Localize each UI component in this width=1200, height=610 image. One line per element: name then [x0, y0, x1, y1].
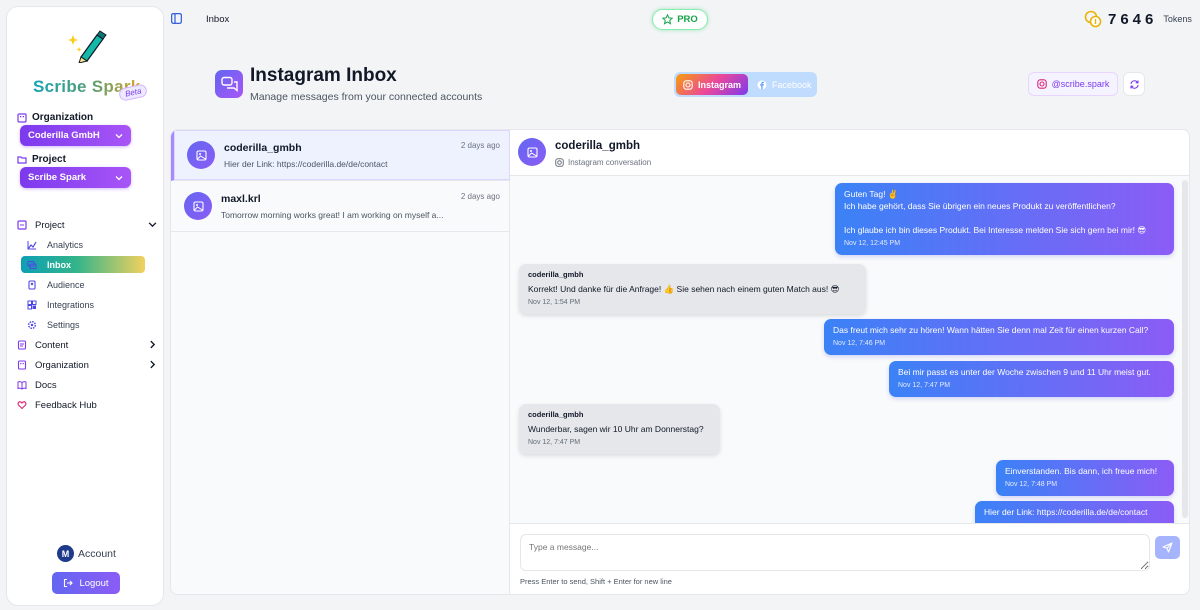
project-label: Project	[17, 154, 66, 165]
breadcrumb: Inbox	[206, 14, 230, 25]
instagram-icon	[555, 158, 564, 167]
settings-icon	[28, 320, 36, 329]
refresh-icon	[1129, 79, 1139, 89]
conversation-preview: Tomorrow morning works great! I am worki…	[221, 210, 444, 220]
pro-badge[interactable]: PRO	[652, 9, 708, 30]
message-time: Nov 12, 7:46 PM	[833, 340, 886, 347]
conversation-time: 2 days ago	[460, 192, 500, 201]
integrations-icon	[27, 300, 37, 309]
connected-account-button[interactable]: @scribe.spark	[1028, 72, 1118, 96]
app-logo[interactable]: Scribe Spark Beta	[7, 29, 165, 109]
avatar: M	[57, 545, 74, 562]
conversation-name: coderilla_gmbh	[224, 142, 302, 154]
star-icon	[662, 14, 674, 25]
project-icon	[17, 220, 27, 230]
book-icon	[17, 381, 27, 390]
organization-select[interactable]: Coderilla GmbH	[20, 125, 131, 146]
token-counter: 7646 Tokens	[1084, 10, 1192, 28]
project-select[interactable]: Scribe Spark	[20, 167, 131, 188]
message-time: Nov 12, 7:47 PM	[528, 439, 581, 446]
logout-button[interactable]: Logout	[52, 572, 120, 594]
message-thread[interactable]: Guten Tag! ✌️ Ich habe gehört, dass Sie …	[510, 176, 1189, 523]
token-count: 7646	[1108, 10, 1158, 28]
message-outgoing: Hier der Link: https://coderilla.de/de/c…	[975, 501, 1174, 523]
message-composer: Press Enter to send, Shift + Enter for n…	[510, 523, 1189, 594]
inbox-icon	[27, 260, 37, 269]
message-sender: coderilla_gmbh	[528, 270, 584, 279]
chevron-down-icon	[115, 133, 123, 138]
folder-icon	[17, 155, 27, 164]
chevron-right-icon	[150, 360, 156, 369]
tab-instagram[interactable]: Instagram	[676, 74, 748, 95]
image-placeholder-icon	[187, 141, 215, 169]
nav-settings[interactable]: Settings	[21, 316, 145, 333]
inbox-panel: coderilla_gmbh 2 days ago Hier der Link:…	[170, 129, 1190, 595]
instagram-icon	[1036, 79, 1047, 89]
instagram-icon	[683, 79, 693, 90]
message-time: Nov 12, 7:48 PM	[1005, 481, 1058, 488]
chart-icon	[27, 240, 37, 249]
conversation-list: coderilla_gmbh 2 days ago Hier der Link:…	[171, 130, 510, 594]
building-icon	[17, 360, 27, 370]
token-label: Tokens	[1163, 14, 1192, 24]
account-menu[interactable]: M Account	[57, 545, 116, 562]
message-outgoing: Guten Tag! ✌️ Ich habe gehört, dass Sie …	[835, 183, 1174, 255]
chat-contact-name: coderilla_gmbh	[555, 140, 640, 152]
composer-hint: Press Enter to send, Shift + Enter for n…	[520, 577, 672, 586]
conversation-item[interactable]: maxl.krl 2 days ago Tomorrow morning wor…	[171, 181, 510, 232]
message-time: Nov 12, 12:45 PM	[844, 240, 901, 247]
organization-label: Organization	[17, 112, 93, 123]
message-input[interactable]	[520, 534, 1150, 571]
chevron-right-icon	[150, 340, 156, 349]
building-icon	[17, 112, 27, 123]
nav-content[interactable]: Content	[17, 337, 157, 353]
page-subtitle: Manage messages from your connected acco…	[250, 91, 483, 103]
scrollbar[interactable]	[1182, 180, 1188, 518]
conversation-preview: Hier der Link: https://coderilla.de/de/c…	[224, 159, 388, 169]
image-placeholder-icon	[518, 138, 546, 166]
nav-inbox[interactable]: Inbox	[21, 256, 145, 273]
message-incoming: coderilla_gmbh Korrekt! Und danke für di…	[519, 264, 866, 314]
message-outgoing: Das freut mich sehr zu hören! Wann hätte…	[824, 319, 1174, 355]
chevron-down-icon	[148, 222, 157, 228]
nav-audience[interactable]: Audience	[21, 276, 145, 293]
image-placeholder-icon	[184, 192, 212, 220]
pen-logo-icon	[67, 30, 107, 63]
nav-analytics[interactable]: Analytics	[21, 236, 145, 253]
page-title: Instagram Inbox	[250, 65, 397, 86]
send-icon	[1162, 542, 1173, 553]
nav-project[interactable]: Project	[17, 217, 157, 233]
chat-subtitle: Instagram conversation	[555, 158, 651, 167]
nav-feedback-hub[interactable]: Feedback Hub	[17, 397, 157, 413]
nav-organization[interactable]: Organization	[17, 357, 157, 373]
audience-icon	[28, 279, 36, 290]
send-button[interactable]	[1155, 536, 1180, 559]
platform-switch: Instagram Facebook	[674, 72, 817, 97]
message-incoming: coderilla_gmbh Wunderbar, sagen wir 10 U…	[519, 404, 720, 454]
conversation-time: 2 days ago	[460, 141, 500, 150]
message-sender: coderilla_gmbh	[528, 410, 584, 419]
nav-docs[interactable]: Docs	[17, 377, 157, 393]
facebook-icon	[757, 80, 767, 89]
logout-icon	[64, 578, 74, 588]
message-time: Nov 12, 7:47 PM	[898, 382, 951, 389]
heart-icon	[17, 401, 27, 410]
message-outgoing: Bei mir passt es unter der Woche zwische…	[889, 361, 1174, 397]
conversation-item[interactable]: coderilla_gmbh 2 days ago Hier der Link:…	[171, 130, 510, 181]
content-icon	[17, 340, 27, 350]
conversation-name: maxl.krl	[221, 193, 261, 205]
sidebar: Scribe Spark Beta Organization Coderilla…	[6, 6, 164, 606]
nav-integrations[interactable]: Integrations	[21, 296, 145, 313]
sidebar-toggle-icon[interactable]	[171, 13, 182, 24]
refresh-button[interactable]	[1123, 72, 1145, 96]
chevron-down-icon	[115, 175, 123, 180]
message-outgoing: Einverstanden. Bis dann, ich freue mich!…	[996, 460, 1174, 496]
chat-header: coderilla_gmbh Instagram conversation	[510, 130, 1189, 176]
tab-facebook[interactable]: Facebook	[750, 74, 819, 95]
message-time: Nov 12, 1:54 PM	[528, 299, 581, 306]
chat-bubbles-icon	[215, 70, 243, 98]
coins-icon	[1084, 10, 1102, 28]
